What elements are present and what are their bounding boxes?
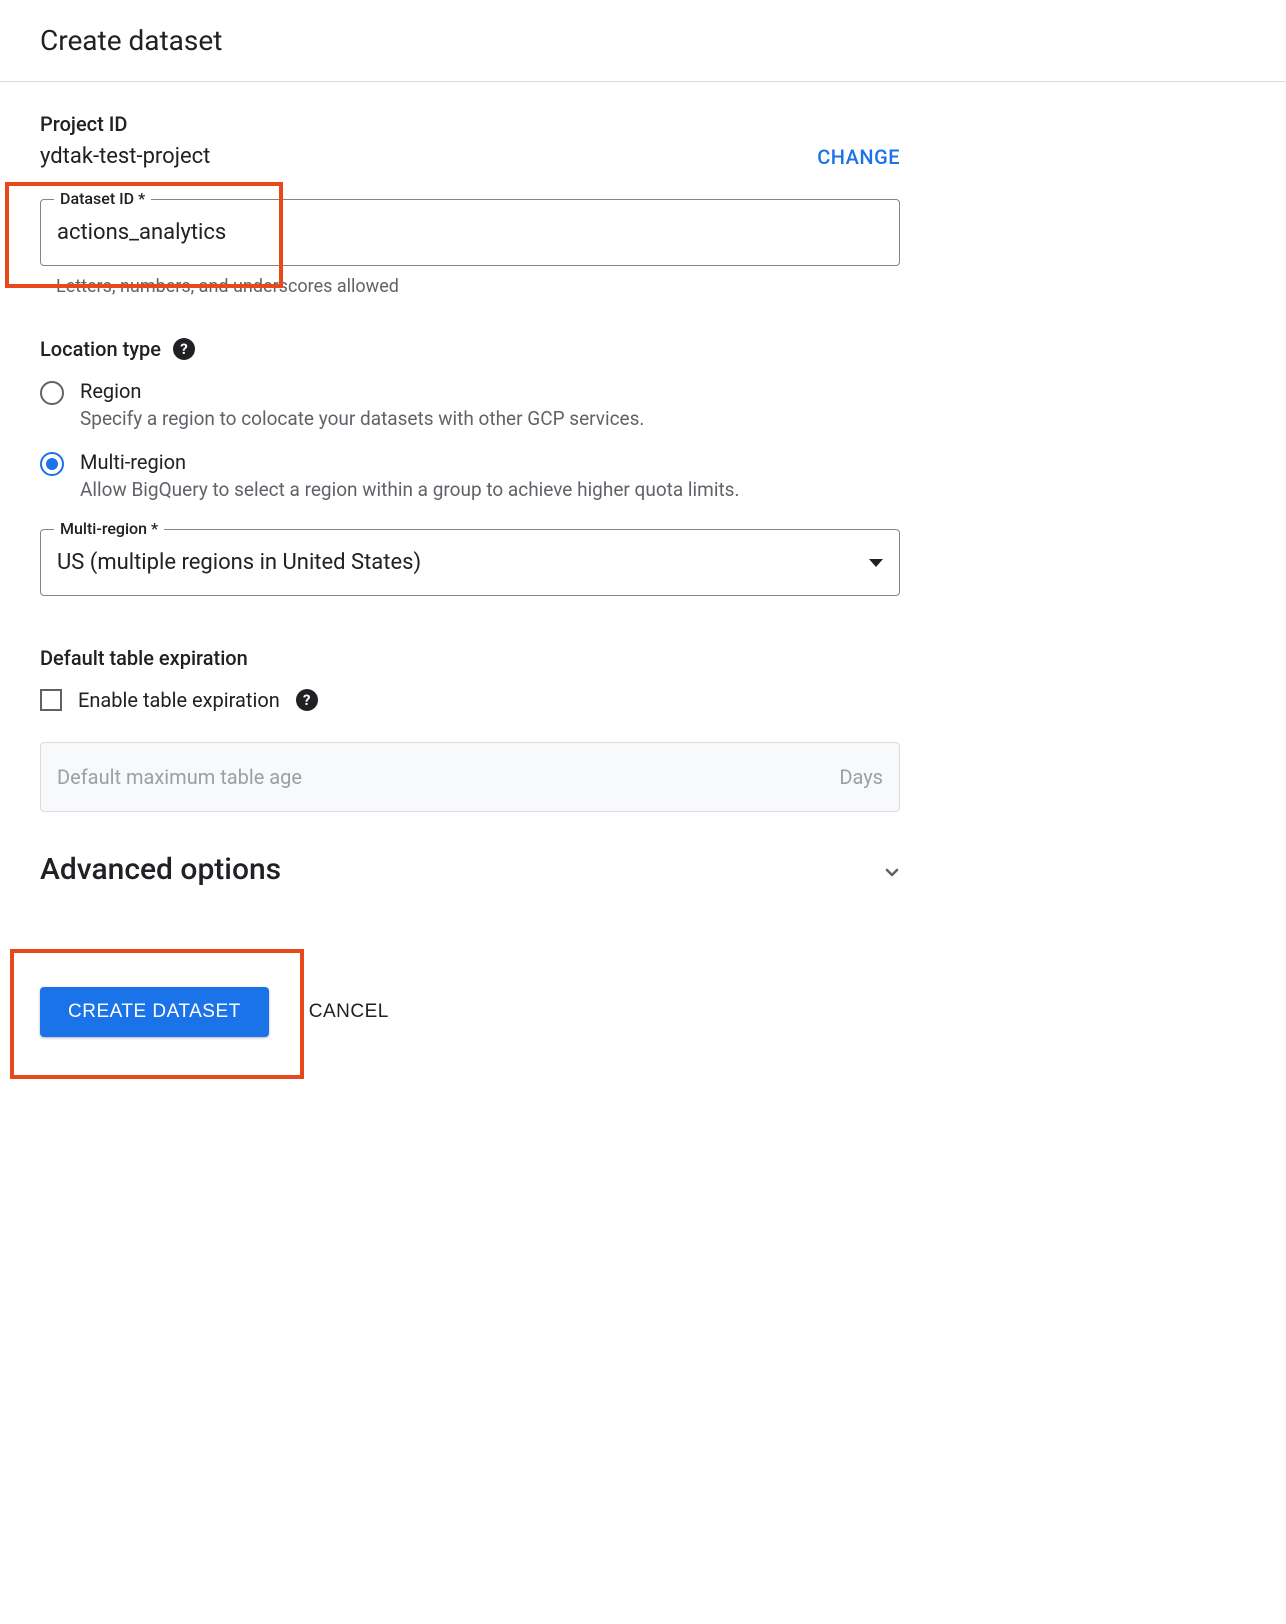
advanced-options-label: Advanced options [40, 852, 281, 887]
multi-region-select[interactable]: US (multiple regions in United States) [40, 529, 900, 596]
radio-icon [40, 381, 64, 405]
radio-region[interactable]: Region Specify a region to colocate your… [40, 379, 900, 430]
max-table-age-unit: Days [839, 765, 883, 789]
max-table-age-input: Default maximum table age Days [40, 742, 900, 812]
expiration-heading-label: Default table expiration [40, 646, 248, 670]
enable-expiration-checkbox[interactable] [40, 689, 62, 711]
enable-expiration-label: Enable table expiration [78, 688, 280, 712]
dataset-id-label: Dataset ID * [54, 189, 151, 208]
help-icon[interactable]: ? [296, 689, 318, 711]
radio-region-title: Region [80, 379, 644, 403]
create-dataset-button[interactable]: CREATE DATASET [40, 987, 269, 1037]
project-id-value: ydtak-test-project [40, 144, 210, 169]
radio-icon [40, 452, 64, 476]
project-id-row: Project ID ydtak-test-project CHANGE [40, 112, 900, 169]
caret-down-icon [869, 559, 883, 567]
page-title: Create dataset [0, 0, 1286, 82]
radio-region-desc: Specify a region to colocate your datase… [80, 407, 644, 430]
expiration-heading: Default table expiration [40, 646, 900, 670]
project-id-label: Project ID [40, 112, 210, 136]
multi-region-select-label: Multi-region * [54, 519, 164, 538]
radio-multi-region-desc: Allow BigQuery to select a region within… [80, 478, 739, 501]
max-table-age-placeholder: Default maximum table age [57, 765, 302, 789]
dataset-id-helper: Letters, numbers, and underscores allowe… [56, 276, 900, 297]
multi-region-select-value: US (multiple regions in United States) [57, 550, 421, 575]
location-type-label: Location type [40, 337, 161, 361]
location-type-heading: Location type ? [40, 337, 900, 361]
dataset-id-input[interactable] [40, 199, 900, 266]
change-project-link[interactable]: CHANGE [817, 145, 900, 169]
radio-multi-region[interactable]: Multi-region Allow BigQuery to select a … [40, 450, 900, 501]
radio-multi-region-title: Multi-region [80, 450, 739, 474]
cancel-button[interactable]: CANCEL [309, 1001, 389, 1023]
help-icon[interactable]: ? [173, 338, 195, 360]
advanced-options-toggle[interactable]: Advanced options [40, 852, 900, 887]
chevron-down-icon [880, 860, 900, 880]
